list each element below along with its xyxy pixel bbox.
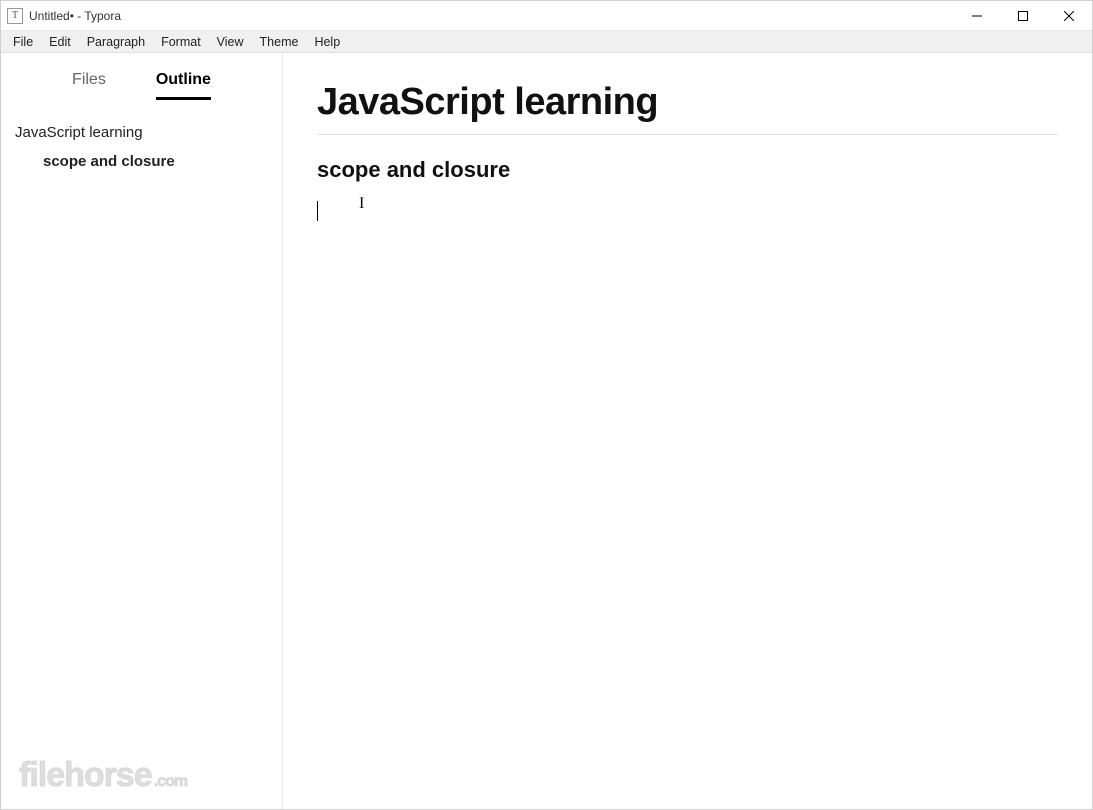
outline-panel: JavaScript learning scope and closure xyxy=(1,110,282,184)
menu-theme[interactable]: Theme xyxy=(252,33,307,51)
editor-caret-line[interactable]: I xyxy=(317,201,1058,225)
menu-file[interactable]: File xyxy=(5,33,41,51)
heading-1[interactable]: JavaScript learning xyxy=(317,81,1058,135)
titlebar: T Untitled• - Typora xyxy=(1,1,1092,31)
tab-files[interactable]: Files xyxy=(72,71,106,100)
sidebar: Files Outline JavaScript learning scope … xyxy=(1,53,283,809)
text-caret xyxy=(317,201,318,221)
menu-format[interactable]: Format xyxy=(153,33,209,51)
window-controls xyxy=(954,1,1092,30)
menu-view[interactable]: View xyxy=(209,33,252,51)
heading-2[interactable]: scope and closure xyxy=(317,157,1058,183)
editor[interactable]: JavaScript learning scope and closure I xyxy=(283,53,1092,809)
menubar: File Edit Paragraph Format View Theme He… xyxy=(1,31,1092,53)
app-icon: T xyxy=(7,8,23,24)
window-title: Untitled• - Typora xyxy=(29,9,121,23)
maximize-button[interactable] xyxy=(1000,1,1046,30)
minimize-button[interactable] xyxy=(954,1,1000,30)
menu-paragraph[interactable]: Paragraph xyxy=(79,33,153,51)
ibeam-cursor-icon: I xyxy=(359,195,364,213)
outline-item-h1[interactable]: JavaScript learning xyxy=(15,118,268,147)
outline-item-h2[interactable]: scope and closure xyxy=(15,147,268,176)
menu-help[interactable]: Help xyxy=(306,33,348,51)
menu-edit[interactable]: Edit xyxy=(41,33,79,51)
sidebar-tabs: Files Outline xyxy=(1,53,282,110)
main-area: Files Outline JavaScript learning scope … xyxy=(1,53,1092,809)
close-button[interactable] xyxy=(1046,1,1092,30)
tab-outline[interactable]: Outline xyxy=(156,71,211,100)
